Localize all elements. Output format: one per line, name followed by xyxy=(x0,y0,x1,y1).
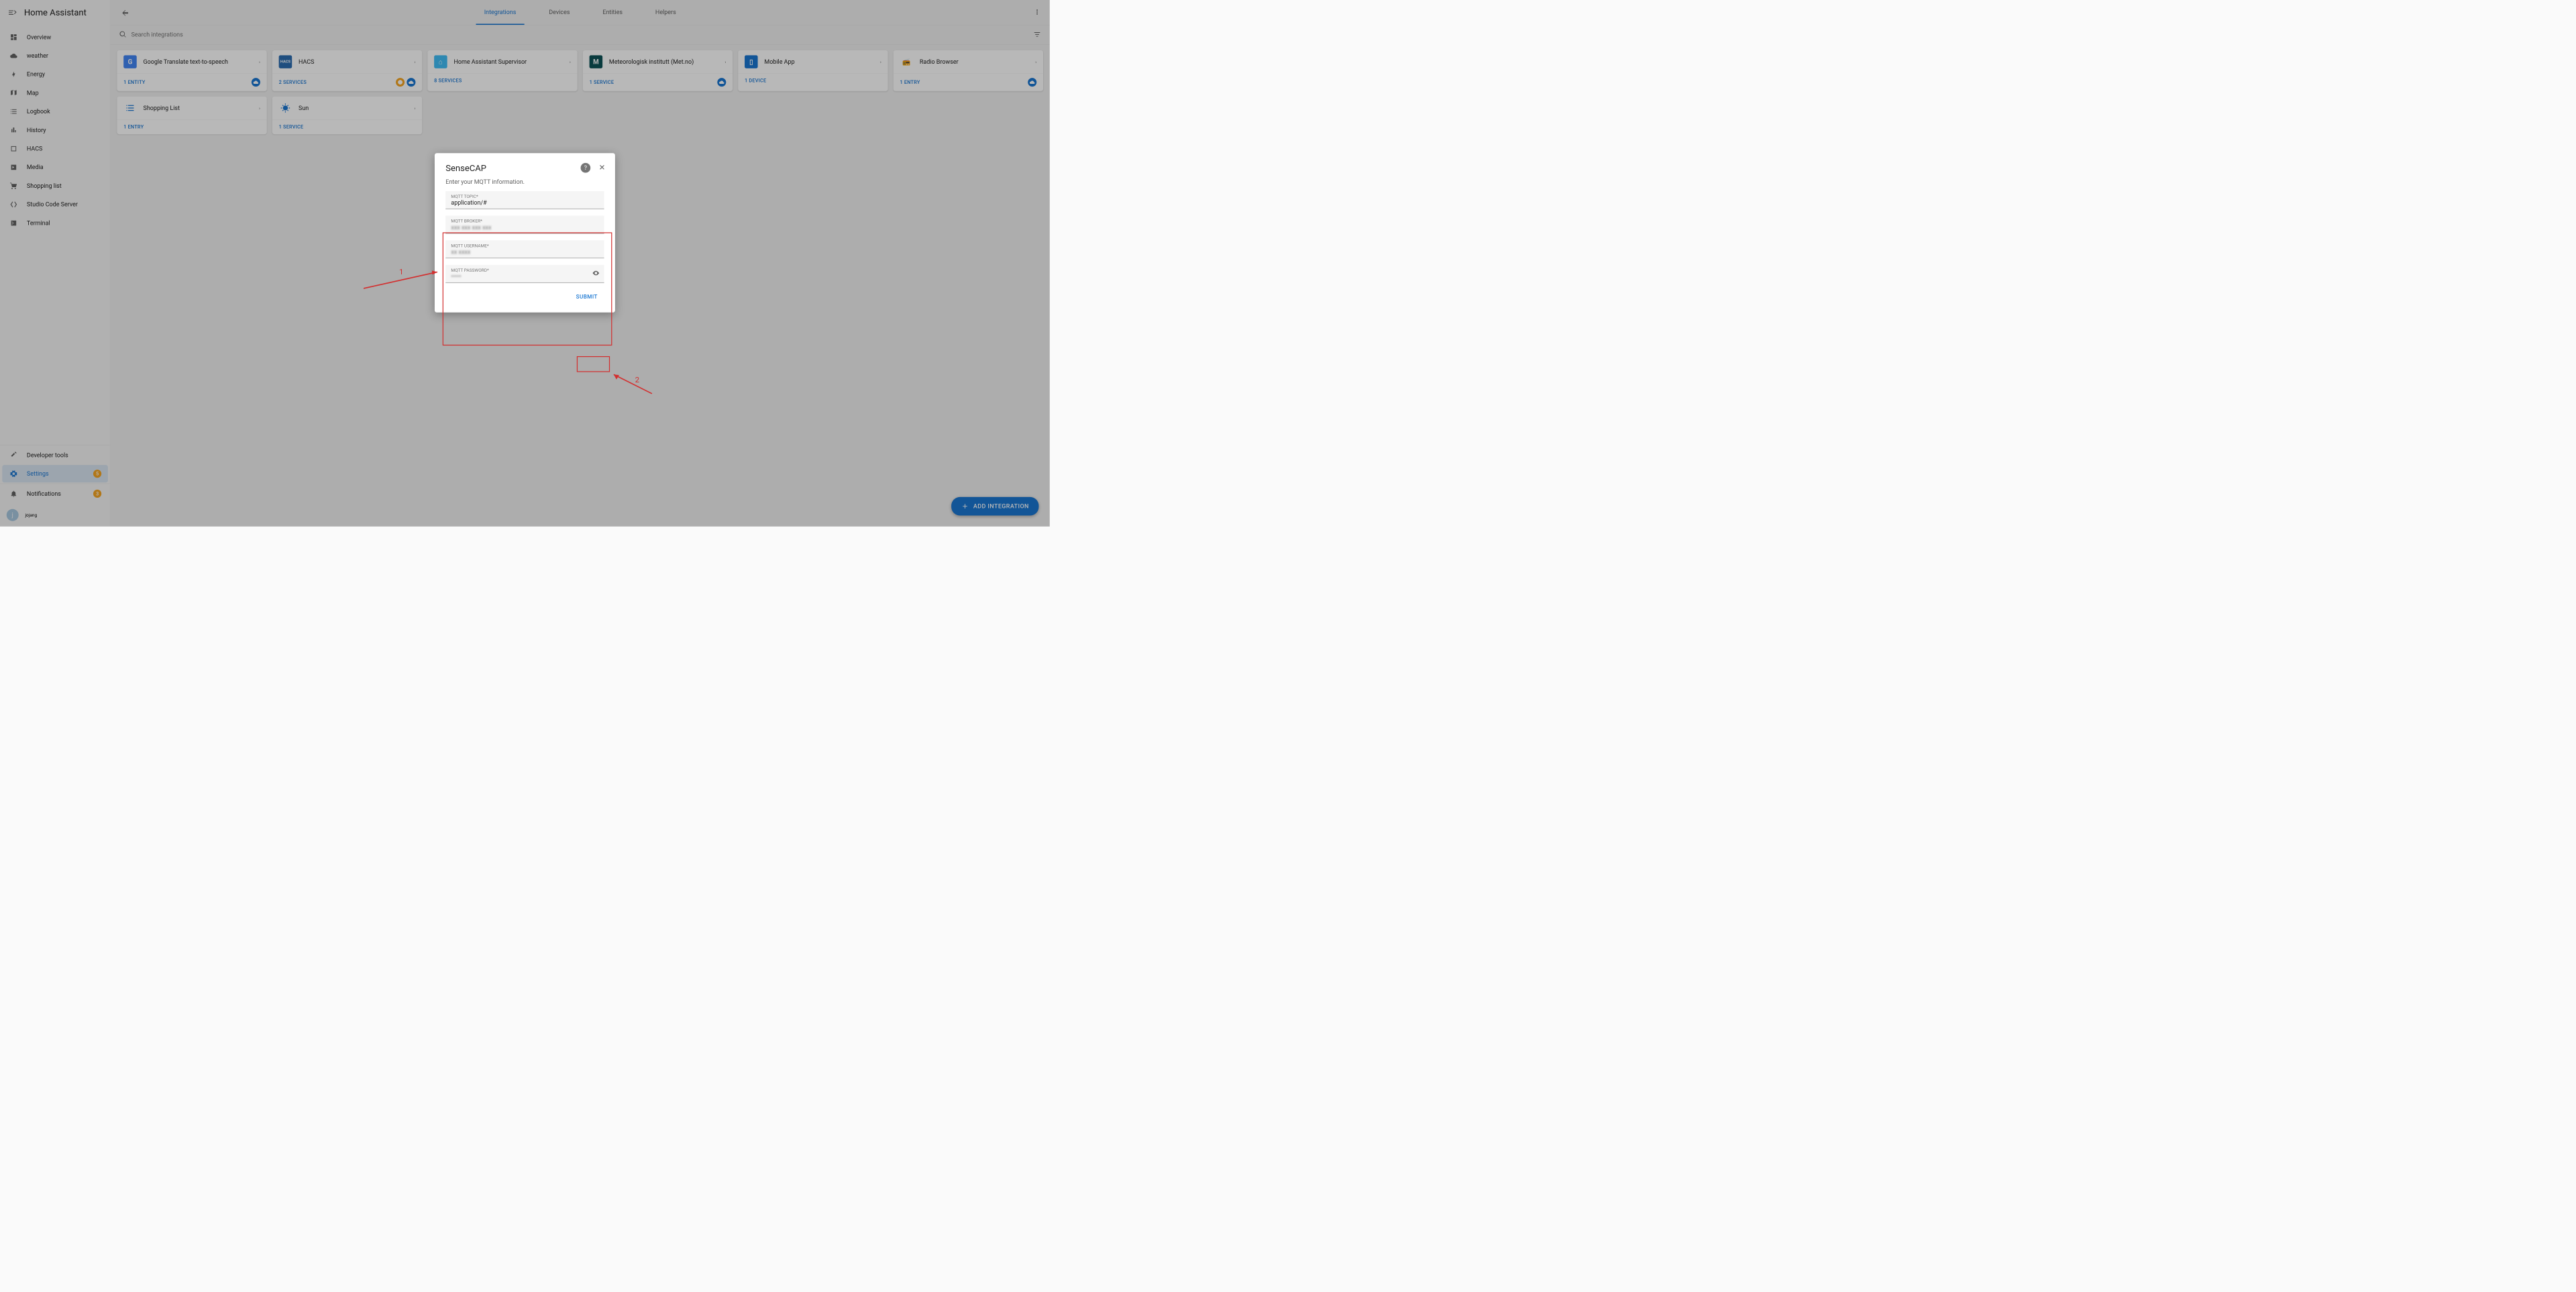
mqtt-username-input[interactable] xyxy=(451,249,598,256)
mqtt-topic-input[interactable] xyxy=(451,199,598,206)
mqtt-password-field[interactable]: MQTT PASSWORD* xyxy=(445,265,604,283)
mqtt-username-field[interactable]: MQTT USERNAME* xyxy=(445,240,604,258)
field-label: MQTT USERNAME* xyxy=(451,243,598,248)
field-label: MQTT PASSWORD* xyxy=(451,268,598,273)
close-icon[interactable]: ✕ xyxy=(599,163,606,172)
submit-button[interactable]: SUBMIT xyxy=(570,290,604,304)
mqtt-topic-field[interactable]: MQTT TOPIC* xyxy=(445,191,604,209)
mqtt-broker-field[interactable]: MQTT BROKER* xyxy=(445,216,604,234)
field-label: MQTT BROKER* xyxy=(451,219,598,224)
help-icon[interactable]: ? xyxy=(581,163,591,173)
sensecap-dialog: SenseCAP ? ✕ Enter your MQTT information… xyxy=(435,153,615,313)
modal-overlay[interactable]: SenseCAP ? ✕ Enter your MQTT information… xyxy=(0,0,1050,527)
mqtt-broker-input[interactable] xyxy=(451,224,598,231)
dialog-subtitle: Enter your MQTT information. xyxy=(445,179,604,186)
field-label: MQTT TOPIC* xyxy=(451,194,598,199)
mqtt-password-input[interactable] xyxy=(451,274,598,280)
eye-icon[interactable] xyxy=(592,269,600,278)
